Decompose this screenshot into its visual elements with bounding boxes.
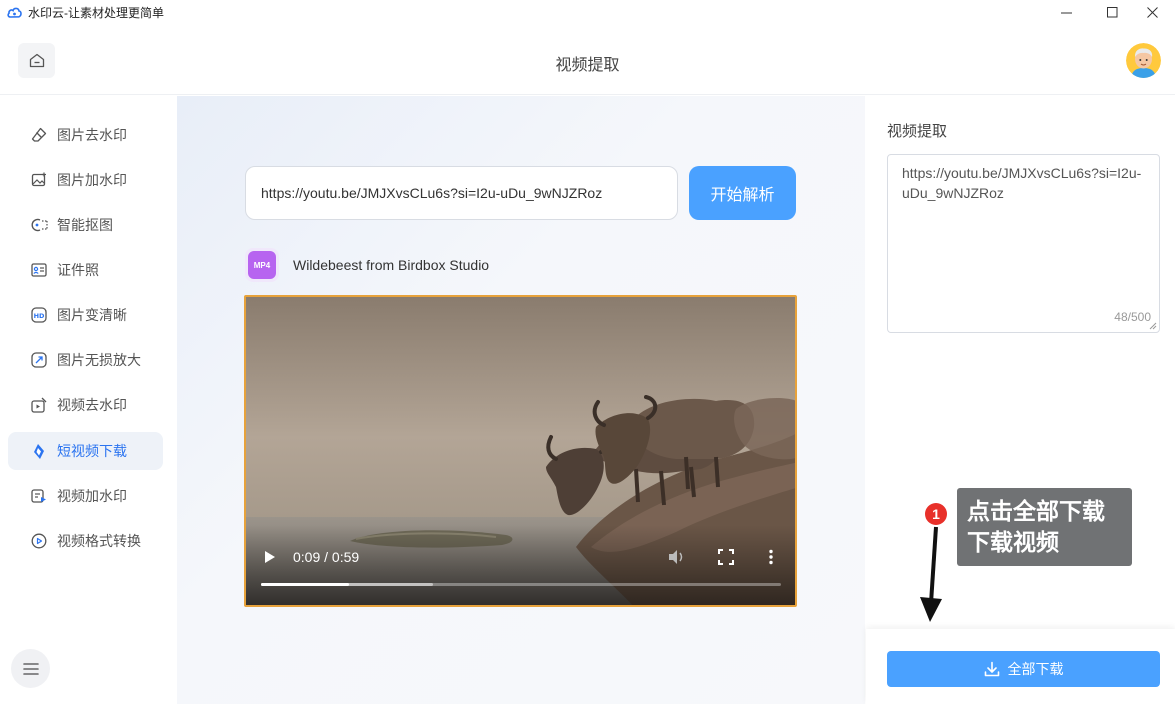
sidebar-item-label: 智能抠图 — [57, 217, 113, 233]
video-player[interactable]: 0:09 / 0:59 — [244, 295, 797, 607]
file-badge: MP4 — [248, 251, 276, 279]
menu-button[interactable] — [11, 649, 50, 688]
sidebar-item-label: 短视频下载 — [57, 443, 127, 459]
sidebar-item-video-remove-watermark[interactable]: 视频去水印 — [8, 386, 163, 424]
callout-line2: 下载视频 — [967, 529, 1059, 555]
close-icon — [1146, 6, 1158, 18]
step-number-badge: 1 — [925, 503, 947, 525]
minimize-button[interactable] — [1043, 0, 1089, 24]
file-name: Wildebeest from Birdbox Studio — [293, 257, 490, 273]
sidebar-item-label: 证件照 — [57, 262, 99, 278]
sidebar-item-image-remove-watermark[interactable]: 图片去水印 — [8, 116, 163, 154]
main-content: https://youtu.be/JMJXvsCLu6s?si=I2u-uDu_… — [177, 96, 865, 704]
sidebar-item-label: 图片无损放大 — [57, 352, 141, 368]
video-time: 0:09 / 0:59 — [293, 549, 360, 565]
file-info: MP4 Wildebeest from Birdbox Studio — [245, 248, 489, 282]
page-title: 视频提取 — [555, 57, 620, 74]
douyin-icon — [30, 442, 48, 460]
cutout-icon — [30, 216, 48, 234]
video-progress-bar — [261, 583, 350, 586]
sidebar-item-lossless-enlarge[interactable]: 图片无损放大 — [8, 341, 163, 379]
sidebar-item-short-video-download[interactable]: 短视频下载 — [8, 432, 163, 470]
sidebar-item-image-enhance[interactable]: HD 图片变清晰 — [8, 296, 163, 334]
play-button[interactable] — [264, 550, 278, 564]
hd-icon: HD — [30, 306, 48, 324]
sidebar-item-video-add-watermark[interactable]: 视频加水印 — [8, 477, 163, 515]
app-header: 视频提取 — [0, 24, 1175, 95]
panel-footer: 全部下载 — [866, 629, 1175, 704]
enlarge-icon — [30, 351, 48, 369]
sidebar-item-smart-cutout[interactable]: 智能抠图 — [8, 206, 163, 244]
image-add-icon — [30, 171, 48, 189]
callout-line1: 点击全部下载 — [967, 498, 1105, 524]
sidebar-item-label: 视频去水印 — [57, 397, 127, 413]
more-options-button[interactable] — [767, 549, 775, 565]
fullscreen-button[interactable] — [718, 549, 734, 565]
sidebar-item-image-add-watermark[interactable]: 图片加水印 — [8, 161, 163, 199]
volume-button[interactable] — [668, 549, 686, 565]
menu-icon — [22, 662, 39, 675]
video-convert-icon — [30, 532, 48, 550]
download-all-button[interactable]: 全部下载 — [887, 651, 1160, 687]
close-button[interactable] — [1129, 0, 1175, 24]
right-panel: 视频提取 https://youtu.be/JMJXvsCLu6s?si=I2u… — [866, 96, 1175, 704]
app-logo-icon — [6, 4, 22, 20]
sidebar-item-label: 视频加水印 — [57, 488, 127, 504]
instruction-callout: 点击全部下载 下载视频 — [957, 488, 1132, 566]
sidebar-item-label: 图片加水印 — [57, 172, 127, 188]
panel-title: 视频提取 — [887, 123, 948, 140]
sidebar-item-video-format-convert[interactable]: 视频格式转换 — [8, 522, 163, 560]
sidebar-item-label: 图片变清晰 — [57, 307, 127, 323]
textarea-value: https://youtu.be/JMJXvsCLu6s?si=I2u-uDu_… — [902, 165, 1142, 201]
minimize-icon — [1060, 12, 1072, 13]
sidebar-item-label: 图片去水印 — [57, 127, 127, 143]
volume-icon — [669, 550, 683, 564]
avatar-icon — [1126, 43, 1161, 78]
eraser-icon — [30, 126, 48, 144]
fullscreen-icon — [718, 549, 734, 565]
svg-text:HD: HD — [34, 312, 45, 320]
mp4-file-icon: MP4 — [245, 248, 279, 282]
download-all-label: 全部下载 — [1007, 661, 1064, 677]
extract-textarea[interactable]: https://youtu.be/JMJXvsCLu6s?si=I2u-uDu_… — [887, 154, 1160, 333]
play-icon — [265, 551, 275, 563]
parse-button[interactable]: 开始解析 — [689, 166, 796, 220]
video-seek-bar[interactable] — [261, 583, 781, 586]
video-add-icon — [30, 487, 48, 505]
sidebar: 图片去水印 图片加水印 智能抠图 证件照 HD 图片变清晰 图片无损放大 视频去… — [0, 96, 176, 704]
user-avatar[interactable] — [1126, 43, 1161, 78]
sidebar-item-label: 视频格式转换 — [57, 533, 141, 549]
url-input[interactable]: https://youtu.be/JMJXvsCLu6s?si=I2u-uDu_… — [245, 166, 678, 220]
window-title: 水印云-让素材处理更简单 — [28, 5, 164, 20]
download-icon — [984, 661, 1000, 677]
title-bar: 水印云-让素材处理更简单 — [0, 0, 1175, 24]
char-count: 48/500 — [1114, 310, 1151, 324]
video-controls: 0:09 / 0:59 — [246, 525, 795, 605]
sidebar-item-id-photo[interactable]: 证件照 — [8, 251, 163, 289]
arrow-down-icon — [920, 526, 942, 622]
resize-grip-icon[interactable] — [1149, 322, 1157, 330]
more-vertical-icon — [769, 549, 773, 565]
video-erase-icon — [30, 396, 48, 414]
maximize-icon — [1106, 6, 1117, 17]
id-card-icon — [30, 261, 48, 279]
